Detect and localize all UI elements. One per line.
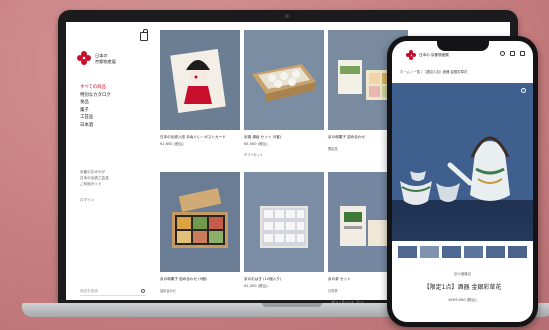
shopping-bag-icon[interactable] bbox=[140, 29, 148, 41]
product-card[interactable]: 京のおはぎ (12個入り) ¥2,200 (税込) bbox=[244, 172, 324, 288]
nav-item-all[interactable]: すべての商品 bbox=[80, 84, 111, 92]
logo-flower-icon bbox=[406, 50, 416, 60]
site-logo[interactable]: 日本の 京都物産展 bbox=[77, 51, 116, 65]
nav-item-food[interactable]: 食品 bbox=[80, 99, 111, 107]
site-sidebar: 日本の 京都物産展 すべての商品 特別なカタログ 食品 菓子 工芸品 日本酒 京… bbox=[66, 22, 160, 300]
product-title: 【限定1点】酒器 金銀彩草花 bbox=[423, 284, 502, 291]
nav-item-sweets[interactable]: 菓子 bbox=[80, 107, 111, 115]
product-price: ¥209,000 (税込) bbox=[448, 298, 477, 302]
thumbnail-strip bbox=[398, 246, 527, 258]
breadcrumb[interactable]: ホーム / 一覧 / 【限定1点】酒器 金銀彩草花 bbox=[400, 69, 467, 74]
brand-line-1: 日本の bbox=[95, 52, 108, 58]
product-image bbox=[160, 172, 240, 272]
phone-brand: 日本の 京都物産展 bbox=[419, 52, 449, 57]
thumbnail[interactable] bbox=[420, 246, 439, 258]
thumbnail[interactable] bbox=[398, 246, 417, 258]
phone-frame: 日本の 京都物産展 ホーム / 一覧 / 【限定1点】酒器 金銀彩草花 京の酒器… bbox=[387, 36, 538, 327]
product-image bbox=[244, 172, 324, 272]
search-icon[interactable] bbox=[500, 51, 505, 56]
product-price: ¥1,650 (税込) bbox=[160, 141, 184, 146]
login-link[interactable]: ログイン bbox=[80, 198, 94, 203]
product-title: 京の和菓子 詰め合わせ (9個) bbox=[160, 277, 207, 281]
laptop-hinge-notch bbox=[262, 303, 322, 307]
bag-icon[interactable] bbox=[510, 51, 515, 56]
category-nav: すべての商品 特別なカタログ 食品 菓子 工芸品 日本酒 bbox=[80, 84, 111, 130]
camera-dot bbox=[285, 14, 289, 18]
thumbnail[interactable] bbox=[508, 246, 527, 258]
product-card[interactable]: 日本の伝統人形 手ぬぐい・ポストカード ¥1,650 (税込) bbox=[160, 30, 240, 146]
search-input[interactable]: 商品を検索 bbox=[80, 288, 146, 296]
thumbnail[interactable] bbox=[486, 246, 505, 258]
product-title: 京のおはぎ (12個入り) bbox=[244, 277, 282, 281]
shop-name[interactable]: 京の酒器店 bbox=[392, 271, 533, 276]
product-title: 日本の伝統人形 手ぬぐい・ポストカード bbox=[160, 135, 226, 139]
phone-notch bbox=[437, 41, 489, 51]
product-price: ¥5,500 (税込) bbox=[244, 141, 268, 146]
search-icon[interactable] bbox=[141, 289, 145, 293]
thumbnail[interactable] bbox=[464, 246, 483, 258]
product-image bbox=[244, 30, 324, 130]
subnav-item[interactable]: ご利用ガイド bbox=[80, 181, 109, 187]
phone-header-icons bbox=[500, 51, 525, 56]
menu-icon[interactable] bbox=[520, 51, 525, 56]
product-price: ¥2,200 (税込) bbox=[244, 283, 268, 288]
product-card[interactable]: 京の和菓子 詰め合わせ (9個) 詰め合わせ bbox=[160, 172, 240, 293]
product-tag: 詰め合わせ bbox=[160, 288, 176, 293]
nav-item-crafts[interactable]: 工芸品 bbox=[80, 114, 111, 122]
brand-line-2: 京都物産展 bbox=[95, 58, 116, 64]
product-card[interactable]: 京焼 湯呑 セット (5客) ¥5,500 (税込) ギフトセット bbox=[244, 30, 324, 157]
zoom-icon[interactable] bbox=[521, 88, 526, 93]
nav-item-catalog[interactable]: 特別なカタログ bbox=[80, 92, 111, 100]
logo-flower-icon bbox=[77, 51, 91, 65]
product-hero-image[interactable] bbox=[392, 83, 533, 241]
product-image bbox=[160, 30, 240, 130]
thumbnail[interactable] bbox=[442, 246, 461, 258]
info-nav: 京都のおみやげ 日本の伝統工芸品 ご利用ガイド bbox=[80, 169, 109, 187]
product-title: 京焼 湯呑 セット (5客) bbox=[244, 135, 282, 139]
search-placeholder: 商品を検索 bbox=[80, 289, 98, 293]
nav-item-sake[interactable]: 日本酒 bbox=[80, 122, 111, 130]
phone-logo[interactable]: 日本の 京都物産展 bbox=[406, 50, 449, 60]
background: 日本の 京都物産展 すべての商品 特別なカタログ 食品 菓子 工芸品 日本酒 京… bbox=[0, 0, 549, 330]
phone-screen: 日本の 京都物産展 ホーム / 一覧 / 【限定1点】酒器 金銀彩草花 京の酒器… bbox=[392, 41, 533, 322]
product-tag: ギフトセット bbox=[244, 153, 264, 158]
